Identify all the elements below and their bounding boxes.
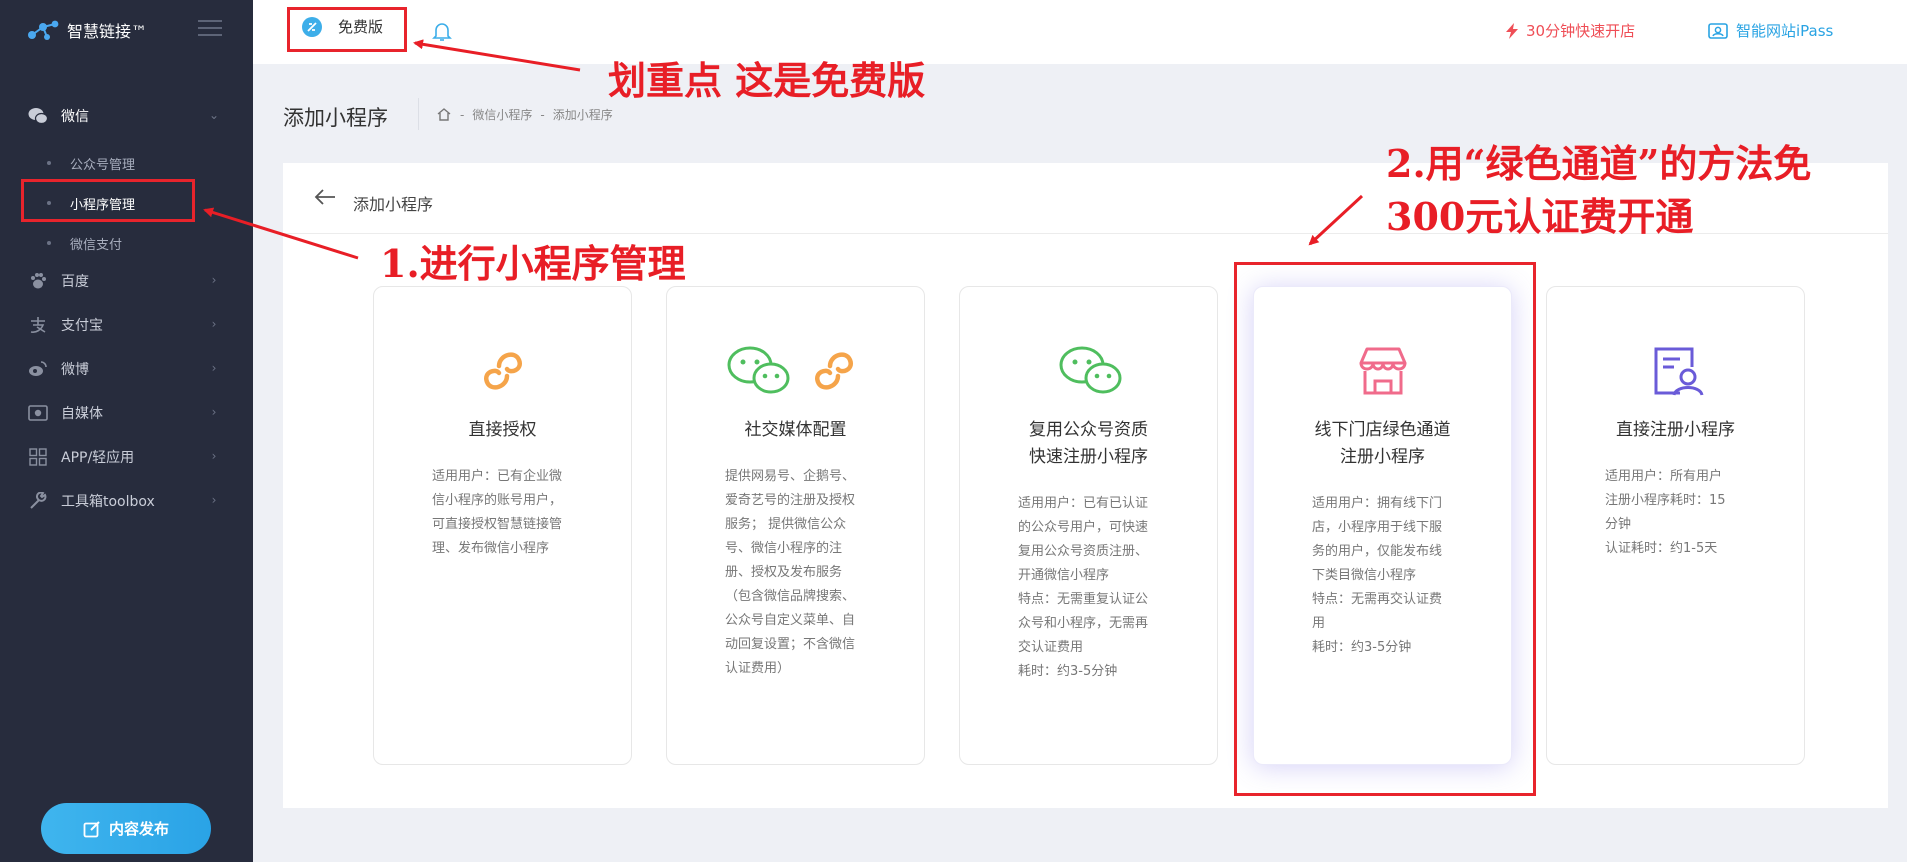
fast-open-label: 30分钟快速开店: [1526, 22, 1636, 40]
option-description: 适用用户：所有用户 注册小程序耗时：15 分钟 认证耗时：约1-5天: [1605, 469, 1726, 556]
title-divider: [418, 98, 419, 130]
bullet-dot: [47, 161, 51, 165]
sidebar-subitem-label: 公众号管理: [70, 157, 136, 173]
sidebar-item-label: 支付宝: [61, 318, 103, 334]
option-card-social-media[interactable]: 社交媒体配置 提供网易号、企鹅号、 爱奇艺号的注册及授权 服务； 提供微信公众 号、微…: [666, 286, 925, 765]
lightning-icon: [1506, 22, 1518, 39]
chevron-right-icon: ›: [211, 493, 217, 507]
alipay-icon: [27, 314, 49, 336]
wrench-icon: [27, 490, 49, 512]
ipass-link[interactable]: 智能网站iPass: [1708, 20, 1833, 41]
sidebar-subitem-wechat-pay[interactable]: 微信支付: [0, 229, 253, 257]
ipass-icon: [1708, 22, 1728, 39]
bell-icon[interactable]: [432, 20, 452, 46]
option-title: 直接授权: [468, 420, 537, 440]
annotation-box-free-edition: [287, 7, 407, 52]
page-title: 添加小程序: [283, 106, 388, 130]
sidebar-item-label: 工具箱toolbox: [61, 494, 155, 510]
sidebar-item-label: 微博: [61, 362, 89, 378]
chevron-right-icon: ›: [211, 361, 217, 375]
wechat-green-icon: [960, 339, 1217, 403]
app-grid-icon: [27, 446, 49, 468]
sidebar-item-app[interactable]: APP/轻应用 ›: [0, 443, 253, 471]
sidebar: 智慧链接™ 微信 ⌄ 公众号管理 小程序管理 微信支付 百度 › 支付宝 › 微…: [0, 0, 253, 862]
annotation-free-note: 划重点 这是免费版: [608, 58, 926, 103]
sidebar-item-wechat[interactable]: 微信 ⌄: [0, 102, 253, 130]
card-title: 添加小程序: [353, 195, 434, 214]
sidebar-item-label: 微信: [61, 109, 89, 125]
app-logo[interactable]: 智慧链接™: [27, 18, 147, 42]
annotation-step2-line2: 300元认证费开通: [1386, 194, 1694, 239]
annotation-box-miniprogram-menu: [21, 179, 195, 222]
option-description: 适用用户：已有企业微 信小程序的账号用户， 可直接授权智慧链接管 理、发布微信小程序: [432, 469, 563, 556]
fast-open-link[interactable]: 30分钟快速开店: [1506, 20, 1635, 41]
back-arrow-icon[interactable]: [313, 188, 337, 206]
breadcrumb-separator: -: [540, 107, 545, 122]
chevron-right-icon: ›: [211, 449, 217, 463]
option-title: 直接注册小程序: [1616, 420, 1735, 440]
option-card-direct-register[interactable]: 直接注册小程序 适用用户：所有用户 注册小程序耗时：15 分钟 认证耗时：约1-5天: [1546, 286, 1805, 765]
app-name: 智慧链接™: [67, 22, 148, 41]
id-card-purple-icon: [1547, 339, 1804, 403]
media-icon: [27, 402, 49, 424]
sidebar-item-weibo[interactable]: 微博 ›: [0, 355, 253, 383]
option-title: 复用公众号资质 快速注册小程序: [1029, 420, 1148, 467]
breadcrumb-item: 添加小程序: [552, 108, 613, 122]
publish-label: 内容发布: [108, 820, 169, 838]
paw-icon: [27, 270, 49, 292]
annotation-box-offline-option: [1234, 262, 1536, 796]
weibo-icon: [27, 358, 49, 380]
wechat-link-icon: [667, 339, 924, 403]
sidebar-item-baidu[interactable]: 百度 ›: [0, 267, 253, 295]
breadcrumb-item[interactable]: 微信小程序: [472, 106, 532, 123]
wechat-icon: [27, 105, 49, 127]
breadcrumb-separator: -: [460, 107, 465, 122]
option-card-direct-authorize[interactable]: 直接授权 适用用户：已有企业微 信小程序的账号用户， 可直接授权智慧链接管 理、发布微…: [373, 286, 632, 765]
sidebar-item-alipay[interactable]: 支付宝 ›: [0, 311, 253, 339]
option-description: 适用用户：已有已认证 的公众号用户，可快速 复用公众号资质注册、 开通微信小程序 特点：…: [1018, 496, 1149, 679]
chevron-right-icon: ›: [211, 317, 217, 331]
sidebar-subitem-label: 微信支付: [70, 237, 123, 253]
breadcrumb: - 微信小程序 - 添加小程序: [436, 106, 613, 123]
sidebar-item-label: APP/轻应用: [61, 450, 135, 466]
annotation-step2-line1: 2.用“绿色通道”的方法免: [1386, 141, 1812, 186]
sidebar-item-label: 百度: [61, 274, 89, 290]
logo-icon: [28, 20, 59, 40]
sidebar-item-label: 自媒体: [61, 406, 103, 422]
top-bar: [253, 0, 1907, 64]
ipass-label: 智能网站iPass: [1736, 22, 1834, 40]
chevron-right-icon: ›: [211, 273, 217, 287]
option-card-reuse-official-account[interactable]: 复用公众号资质 快速注册小程序 适用用户：已有已认证 的公众号用户，可快速 复用公众号…: [959, 286, 1218, 765]
chevron-right-icon: ›: [211, 405, 217, 419]
publish-content-button[interactable]: 内容发布: [41, 803, 211, 854]
bullet-dot: [47, 241, 51, 245]
menu-toggle-icon[interactable]: [198, 20, 222, 38]
chevron-down-icon: ⌄: [208, 108, 220, 122]
annotation-step1: 1.进行小程序管理: [380, 241, 686, 286]
link-orange-icon: [374, 339, 631, 403]
home-icon[interactable]: [436, 107, 452, 122]
sidebar-subitem-official-account[interactable]: 公众号管理: [0, 149, 253, 177]
edit-icon: [83, 820, 100, 837]
sidebar-item-toolbox[interactable]: 工具箱toolbox ›: [0, 487, 253, 515]
option-title: 社交媒体配置: [744, 420, 847, 440]
option-description: 提供网易号、企鹅号、 爱奇艺号的注册及授权 服务； 提供微信公众 号、微信小程序的注册…: [725, 469, 856, 676]
sidebar-item-self-media[interactable]: 自媒体 ›: [0, 399, 253, 427]
